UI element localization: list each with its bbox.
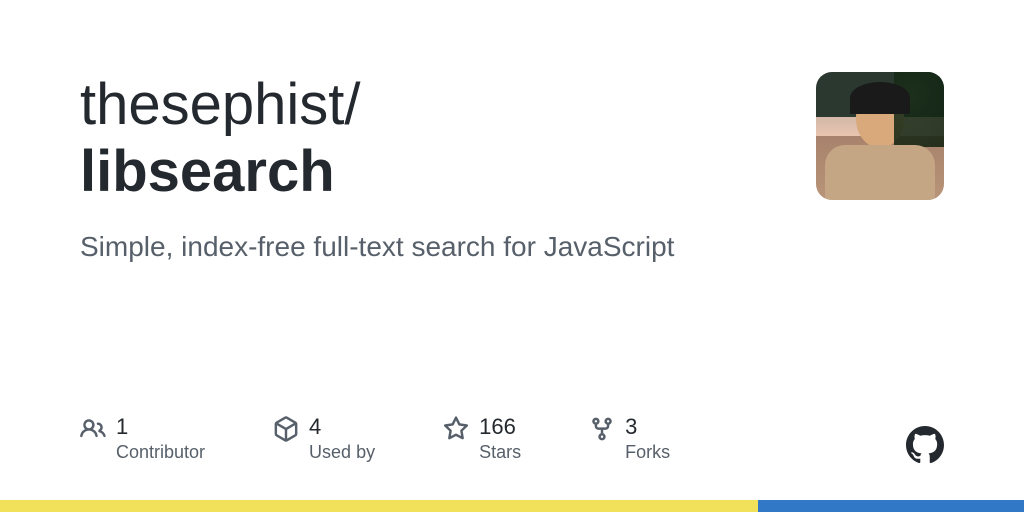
stat-count: 3	[625, 414, 670, 440]
language-yellow	[0, 500, 758, 512]
stat-count: 1	[116, 414, 205, 440]
stat-count: 166	[479, 414, 521, 440]
repo-name[interactable]: libsearch	[80, 139, 776, 206]
fork-icon	[589, 416, 615, 442]
stat-usedby[interactable]: 4 Used by	[273, 414, 375, 464]
stat-contributors[interactable]: 1 Contributor	[80, 414, 205, 464]
people-icon	[80, 416, 106, 442]
stat-forks[interactable]: 3 Forks	[589, 414, 670, 464]
stats-row: 1 Contributor 4 Used by 166 Stars 3 Fork…	[80, 414, 670, 464]
repo-description: Simple, index-free full-text search for …	[80, 227, 776, 266]
stat-label: Stars	[479, 441, 521, 464]
star-icon	[443, 416, 469, 442]
language-blue	[758, 500, 1024, 512]
repo-owner[interactable]: thesephist/	[80, 72, 361, 137]
language-bar	[0, 500, 1024, 512]
github-logo-icon[interactable]	[906, 426, 944, 464]
package-icon	[273, 416, 299, 442]
stat-count: 4	[309, 414, 375, 440]
stat-label: Contributor	[116, 441, 205, 464]
stat-label: Forks	[625, 441, 670, 464]
avatar[interactable]	[816, 72, 944, 200]
stat-stars[interactable]: 166 Stars	[443, 414, 521, 464]
stat-label: Used by	[309, 441, 375, 464]
repo-title: thesephist/ libsearch	[80, 72, 776, 205]
